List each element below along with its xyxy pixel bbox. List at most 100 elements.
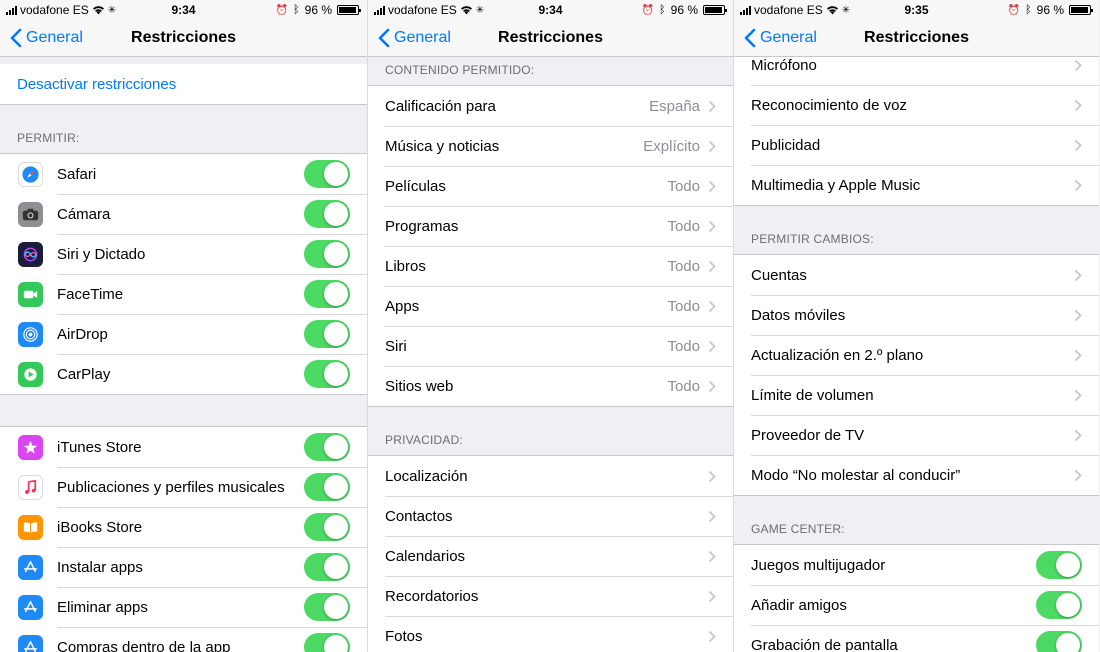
status-bar: vodafone ES ✳ 9:34 ⏰ ᛒ 96 % [0, 0, 367, 20]
cambios-row-datos-moviles[interactable]: Datos móviles [734, 295, 1099, 335]
chevron-right-icon [708, 510, 716, 522]
chevron-right-icon [708, 470, 716, 482]
row-value: Todo [667, 217, 700, 235]
chevron-right-icon [708, 550, 716, 562]
screen-3-content: Micrófono Reconocimiento de voz Publicid… [734, 57, 1099, 652]
status-bar: vodafone ES ✳ 9:34 ⏰ ᛒ 96 % [368, 0, 733, 20]
gamecenter-row-multijugador: Juegos multijugador [734, 545, 1099, 585]
cambios-row-no-molestar[interactable]: Modo “No molestar al conducir” [734, 455, 1099, 495]
section-header-privacidad: PRIVACIDAD: [385, 433, 463, 447]
ibooks-toggle[interactable] [304, 513, 350, 541]
contenido-row-siri[interactable]: Siri Todo [368, 326, 733, 366]
wifi-icon [92, 6, 104, 15]
gamecenter-group: Juegos multijugador Añadir amigos Grabac… [734, 544, 1099, 652]
row-value: Todo [667, 257, 700, 275]
battery-percent: 96 % [670, 3, 698, 17]
grabacion-toggle[interactable] [1036, 631, 1082, 652]
row-label: Grabación de pantalla [751, 636, 898, 652]
row-value: Todo [667, 337, 700, 355]
row-label: Siri [385, 337, 407, 355]
itunes-toggle[interactable] [304, 433, 350, 461]
privacidad-row-calendarios[interactable]: Calendarios [368, 536, 733, 576]
store-row-ibooks: iBooks Store [0, 507, 367, 547]
privacidad-row-publicidad[interactable]: Publicidad [734, 125, 1099, 165]
chevron-right-icon [708, 220, 716, 232]
privacidad-row-localizacion[interactable]: Localización [368, 456, 733, 496]
privacidad-row-contactos[interactable]: Contactos [368, 496, 733, 536]
row-value: Todo [667, 177, 700, 195]
back-button[interactable]: General [744, 28, 817, 48]
row-label: Calendarios [385, 547, 466, 565]
anadir-amigos-toggle[interactable] [1036, 591, 1082, 619]
section-header-contenido: CONTENIDO PERMITIDO: [385, 63, 535, 77]
back-button[interactable]: General [378, 28, 451, 48]
contenido-row-peliculas[interactable]: Películas Todo [368, 166, 733, 206]
facetime-icon [18, 281, 43, 307]
privacidad-row-recordatorios[interactable]: Recordatorios [368, 576, 733, 616]
privacidad-row-fotos[interactable]: Fotos [368, 616, 733, 652]
battery-icon [337, 5, 361, 15]
chevron-right-icon [1074, 139, 1082, 151]
wifi-icon [826, 6, 838, 15]
contenido-row-libros[interactable]: Libros Todo [368, 246, 733, 286]
chevron-right-icon [708, 380, 716, 392]
row-label: Sitios web [385, 377, 454, 395]
multijugador-toggle[interactable] [1036, 551, 1082, 579]
cambios-row-limite-volumen[interactable]: Límite de volumen [734, 375, 1099, 415]
cambios-row-cuentas[interactable]: Cuentas [734, 255, 1099, 295]
store-label-delete-apps: Eliminar apps [57, 598, 148, 616]
allow-label-safari: Safari [57, 165, 97, 183]
allow-row-siri: Siri y Dictado [0, 234, 367, 274]
airdrop-toggle[interactable] [304, 320, 350, 348]
in-app-purchases-toggle[interactable] [304, 633, 350, 652]
safari-toggle[interactable] [304, 160, 350, 188]
alarm-icon: ⏰ [641, 4, 655, 16]
clock: 9:34 [538, 3, 563, 17]
cambios-row-actualizacion[interactable]: Actualización en 2.º plano [734, 335, 1099, 375]
chevron-right-icon [1074, 309, 1082, 321]
cambios-group: Cuentas Datos móviles Actualización en 2… [734, 254, 1099, 496]
chevron-right-icon [1074, 99, 1082, 111]
contenido-row-sitios-web[interactable]: Sitios web Todo [368, 366, 733, 406]
contenido-row-programas[interactable]: Programas Todo [368, 206, 733, 246]
carrier-label: vodafone ES [388, 3, 457, 17]
battery-icon [1069, 5, 1093, 15]
carplay-toggle[interactable] [304, 360, 350, 388]
row-label: Publicidad [751, 136, 821, 154]
battery-percent: 96 % [304, 3, 332, 17]
section-header-permitir: PERMITIR: [17, 131, 80, 145]
signal-icon [740, 5, 751, 15]
allow-label-carplay: CarPlay [57, 365, 111, 383]
chevron-left-icon [10, 28, 22, 48]
facetime-toggle[interactable] [304, 280, 350, 308]
camara-toggle[interactable] [304, 200, 350, 228]
camera-icon [18, 201, 43, 227]
music-note-icon [18, 474, 43, 500]
signal-icon [6, 5, 17, 15]
activity-icon: ✳ [475, 4, 485, 16]
chevron-right-icon [1074, 469, 1082, 481]
disable-restrictions-button[interactable]: Desactivar restricciones [0, 64, 367, 104]
chevron-right-icon [1074, 389, 1082, 401]
contenido-group: Calificación para España Música y noticia… [368, 85, 733, 407]
row-label: Calificación para [385, 97, 496, 115]
contenido-row-calificacion[interactable]: Calificación para España [368, 86, 733, 126]
music-profiles-toggle[interactable] [304, 473, 350, 501]
privacidad-row-reconocimiento-voz[interactable]: Reconocimiento de voz [734, 85, 1099, 125]
back-button[interactable]: General [10, 28, 83, 48]
install-apps-toggle[interactable] [304, 553, 350, 581]
contenido-row-apps[interactable]: Apps Todo [368, 286, 733, 326]
privacidad-row-microfono[interactable]: Micrófono [734, 57, 1099, 85]
chevron-right-icon [1074, 179, 1082, 191]
siri-toggle[interactable] [304, 240, 350, 268]
row-label: Juegos multijugador [751, 556, 886, 574]
app-store-icon [18, 554, 43, 580]
delete-apps-toggle[interactable] [304, 593, 350, 621]
row-label: Añadir amigos [751, 596, 847, 614]
nav-bar: General Restricciones [734, 20, 1099, 57]
contenido-row-musica[interactable]: Música y noticias Explícito [368, 126, 733, 166]
privacidad-row-multimedia[interactable]: Multimedia y Apple Music [734, 165, 1099, 205]
chevron-left-icon [744, 28, 756, 48]
chevron-right-icon [708, 140, 716, 152]
cambios-row-proveedor-tv[interactable]: Proveedor de TV [734, 415, 1099, 455]
